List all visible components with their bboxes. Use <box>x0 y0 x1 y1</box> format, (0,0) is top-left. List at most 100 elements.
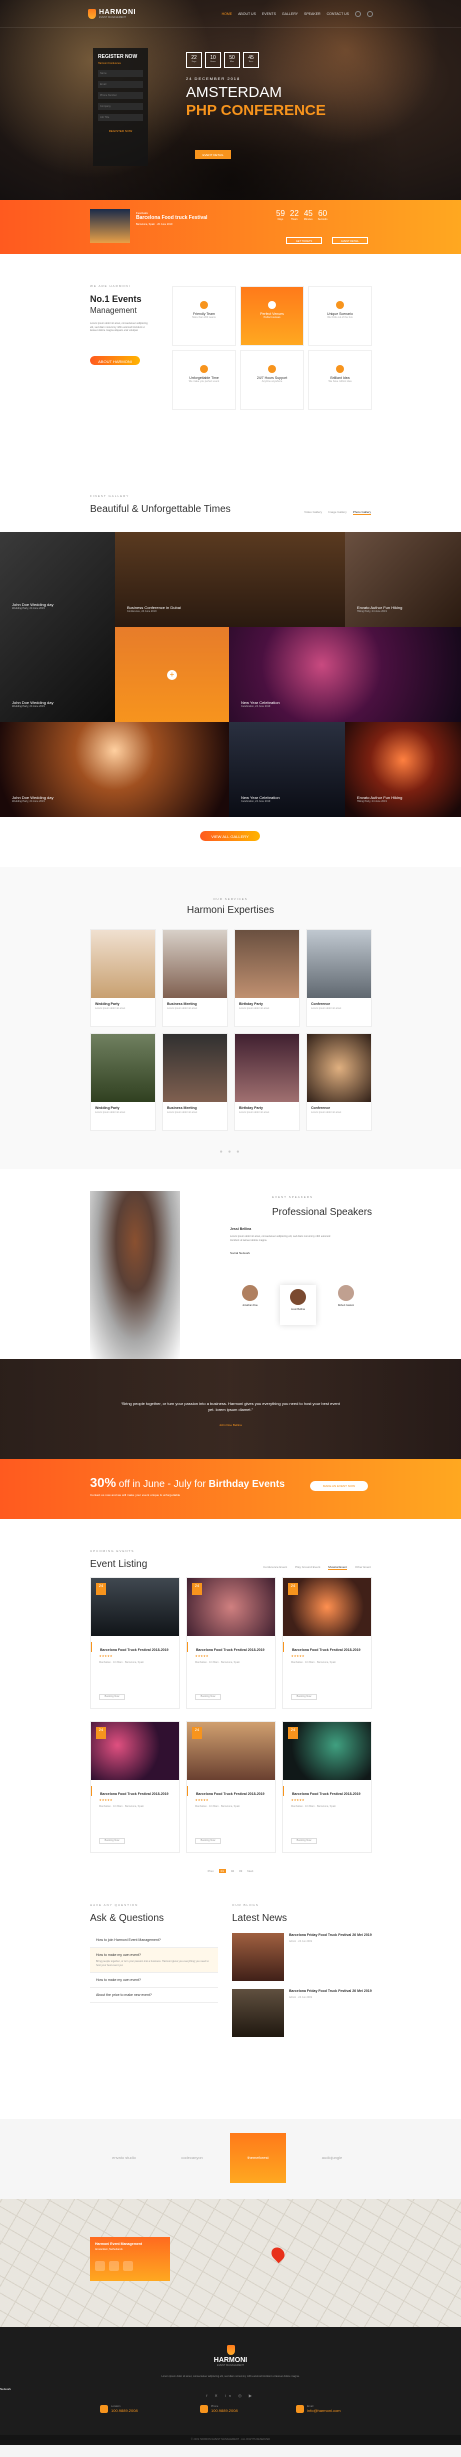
pager-prev[interactable]: Prev <box>208 1869 214 1873</box>
event-card[interactable]: 24 Barcelona Food Truck Festival 2018-201… <box>186 1577 276 1709</box>
view-all-gallery-button[interactable]: VIEW ALL GALLERY <box>200 831 260 841</box>
booking-button[interactable]: Booking Now <box>291 1694 317 1700</box>
expertise-desc: Lorem ipsum dolor sit amet <box>311 1111 342 1114</box>
pager-page[interactable]: 03 <box>239 1869 242 1873</box>
feature-card[interactable]: Friendly Team More than 200 teams <box>172 286 236 346</box>
job-field[interactable]: Job Title <box>98 114 143 121</box>
nav-gallery[interactable]: GALLERY <box>282 12 298 16</box>
expertise-card[interactable]: Wedding Party Lorem ipsum dolor sit amet <box>90 1033 156 1131</box>
team-icon <box>200 301 208 309</box>
footer-logo[interactable]: HARMONI EVENT MANAGEMENT <box>0 2345 461 2367</box>
get-tickets-button[interactable]: GET TICKETS <box>286 237 322 244</box>
tab-musical[interactable]: Musical Event <box>328 1565 347 1570</box>
faq-item[interactable]: How to make my own event? <box>90 1973 218 1988</box>
news-item[interactable]: Barcelona Friday Food Truck Festival 26 … <box>232 1989 372 2037</box>
gallery-item[interactable]: New Year Celebration Celebration, 24 June… <box>229 722 345 817</box>
booking-button[interactable]: Booking Now <box>99 1838 125 1844</box>
speaker-thumb-active[interactable]: Jessi Bellina <box>280 1285 316 1325</box>
festival-detail-button[interactable]: EVENT DETAIL <box>332 237 368 244</box>
faq-item[interactable]: About the price to make new event? <box>90 1988 218 2003</box>
gallery-item[interactable]: New Year Celebration Celebration, 24 June… <box>229 627 461 722</box>
feature-card[interactable]: Unique Scenario We think out of the box <box>308 286 372 346</box>
filter-image[interactable]: Image Gallery <box>328 510 347 515</box>
logo[interactable]: HARMONI EVENT MANAGEMENT <box>88 8 136 19</box>
pager-page[interactable]: 02 <box>231 1869 234 1873</box>
plus-icon[interactable]: + <box>167 669 177 680</box>
view-all-gallery: VIEW ALL GALLERY <box>0 817 461 867</box>
booking-button[interactable]: Booking Now <box>291 1838 317 1844</box>
gallery-item[interactable]: John Doe Wedding day Wedding Party, 24 Ju… <box>0 532 115 722</box>
event-card[interactable]: 24 Barcelona Food Truck Festival 2018-201… <box>186 1721 276 1853</box>
filter-video[interactable]: Video Gallery <box>304 510 322 515</box>
expertise-card[interactable]: Conference Lorem ipsum dolor sit amet <box>306 929 372 1027</box>
rss-icon[interactable] <box>123 2261 133 2271</box>
faq-item-open[interactable]: How to make my own event? Bring people to… <box>90 1948 218 1973</box>
tab-conference[interactable]: Conference Event <box>263 1565 287 1570</box>
expertise-card[interactable]: Business Meeting Lorem ipsum dolor sit am… <box>162 929 228 1027</box>
feature-card[interactable]: Perfect Venues Perfect venues <box>240 286 304 346</box>
about-button[interactable]: ABOUT HARMONI <box>90 356 140 365</box>
news-headline: Barcelona Friday Food Truck Festival 26 … <box>289 1989 372 1993</box>
tab-playground[interactable]: Play Ground Event <box>295 1565 320 1570</box>
company-field[interactable]: Company <box>98 103 143 110</box>
map-section[interactable]: Harmoni Event Management Amsterdam, Neth… <box>0 2199 461 2327</box>
gallery-item[interactable]: Envato Author Fun Hiking Hiking Party, 24… <box>345 722 461 817</box>
feature-card[interactable]: Unforgettable Time We make you perfect ev… <box>172 350 236 410</box>
search-icon[interactable] <box>355 10 361 17</box>
tab-other[interactable]: Other Event <box>355 1565 371 1570</box>
news-item[interactable]: Barcelona Friday Food Truck Festival 26 … <box>232 1933 372 1981</box>
booking-button[interactable]: Booking Now <box>195 1838 221 1844</box>
partner-logo[interactable]: codecanyon <box>164 2139 220 2179</box>
expertise-card[interactable]: Wedding Party Lorem ipsum dolor sit amet <box>90 929 156 1027</box>
nav-about[interactable]: ABOUT US <box>238 12 256 16</box>
phone-field[interactable]: Phone Number <box>98 92 143 99</box>
event-name: Barcelona Food Truck Festival 2018-2019 <box>91 1786 179 1796</box>
expertise-card[interactable]: Birthday Party Lorem ipsum dolor sit amet <box>234 1033 300 1131</box>
event-detail-button[interactable]: EVENT DETAIL <box>195 150 231 159</box>
make-event-button[interactable]: MAKE AN EVENT NOW <box>310 1481 368 1491</box>
events-title: Event Listing <box>90 1559 148 1570</box>
gallery-caption: New Year Celebration Celebration, 24 June… <box>241 795 280 803</box>
gallery-item[interactable]: John Doe Wedding day Wedding Party, 24 Ju… <box>0 722 229 817</box>
speaker-thumb[interactable]: Jonathan Doe <box>232 1281 268 1321</box>
gallery-item[interactable]: Envato Author Fun Hiking Hiking Party, 24… <box>345 532 461 627</box>
feature-card[interactable]: Brilliant Idea We have million idea <box>308 350 372 410</box>
nav-contact[interactable]: CONTACT US <box>327 12 349 16</box>
event-card[interactable]: 24 Barcelona Food Truck Festival 2018-201… <box>90 1577 180 1709</box>
register-button[interactable]: REGISTER NOW <box>98 129 143 133</box>
expertises-title: Harmoni Expertises <box>186 905 275 916</box>
gallery-item-active[interactable]: + <box>115 627 229 722</box>
feature-card[interactable]: 24/7 Hours Support Anytime anywhere <box>240 350 304 410</box>
partner-logo-active[interactable]: themeforest <box>230 2133 286 2183</box>
gallery-item[interactable]: Business Conference in Dubai Conference, … <box>115 532 345 627</box>
booking-button[interactable]: Booking Now <box>195 1694 221 1700</box>
register-form: REGISTER NOW Harmoni Conference Name Ema… <box>93 48 148 166</box>
email-field[interactable]: Email <box>98 81 143 88</box>
nav-home[interactable]: HOME <box>222 12 233 16</box>
pager-next[interactable]: Next <box>247 1869 253 1873</box>
booking-button[interactable]: Booking Now <box>99 1694 125 1700</box>
cart-icon[interactable] <box>367 10 373 17</box>
expertise-name: Wedding Party <box>95 1106 120 1110</box>
partner-logo[interactable]: envato studio <box>96 2139 152 2179</box>
carousel-dots[interactable]: ● ● ● <box>0 1149 461 1155</box>
event-card[interactable]: 24 Barcelona Food Truck Festival 2018-201… <box>282 1721 372 1853</box>
expertise-card[interactable]: Conference Lorem ipsum dolor sit amet <box>306 1033 372 1131</box>
contact-value[interactable]: info@harmoni.com <box>307 2408 341 2413</box>
event-card[interactable]: 24 Barcelona Food Truck Festival 2018-201… <box>282 1577 372 1709</box>
phone-icon[interactable] <box>109 2261 119 2271</box>
expertise-card[interactable]: Business Meeting Lorem ipsum dolor sit am… <box>162 1033 228 1131</box>
faq-item[interactable]: How to join Harmoni Event Management? <box>90 1933 218 1948</box>
speaker-thumb[interactable]: Robert Gaston <box>328 1281 364 1321</box>
pager-page[interactable]: 01 <box>218 1869 226 1873</box>
filter-photo[interactable]: Photo Gallery <box>352 510 371 515</box>
location-icon[interactable] <box>95 2261 105 2271</box>
name-field[interactable]: Name <box>98 70 143 77</box>
footer-social-icons[interactable]: f ✕ in ◎ ▶ <box>0 2393 461 2398</box>
event-card[interactable]: 24 Barcelona Food Truck Festival 2018-201… <box>90 1721 180 1853</box>
expertise-image <box>163 930 227 998</box>
partner-logo[interactable]: audiojungle <box>304 2139 360 2179</box>
expertise-card[interactable]: Birthday Party Lorem ipsum dolor sit amet <box>234 929 300 1027</box>
nav-speaker[interactable]: SPEAKER <box>304 12 321 16</box>
nav-events[interactable]: EVENTS <box>262 12 276 16</box>
